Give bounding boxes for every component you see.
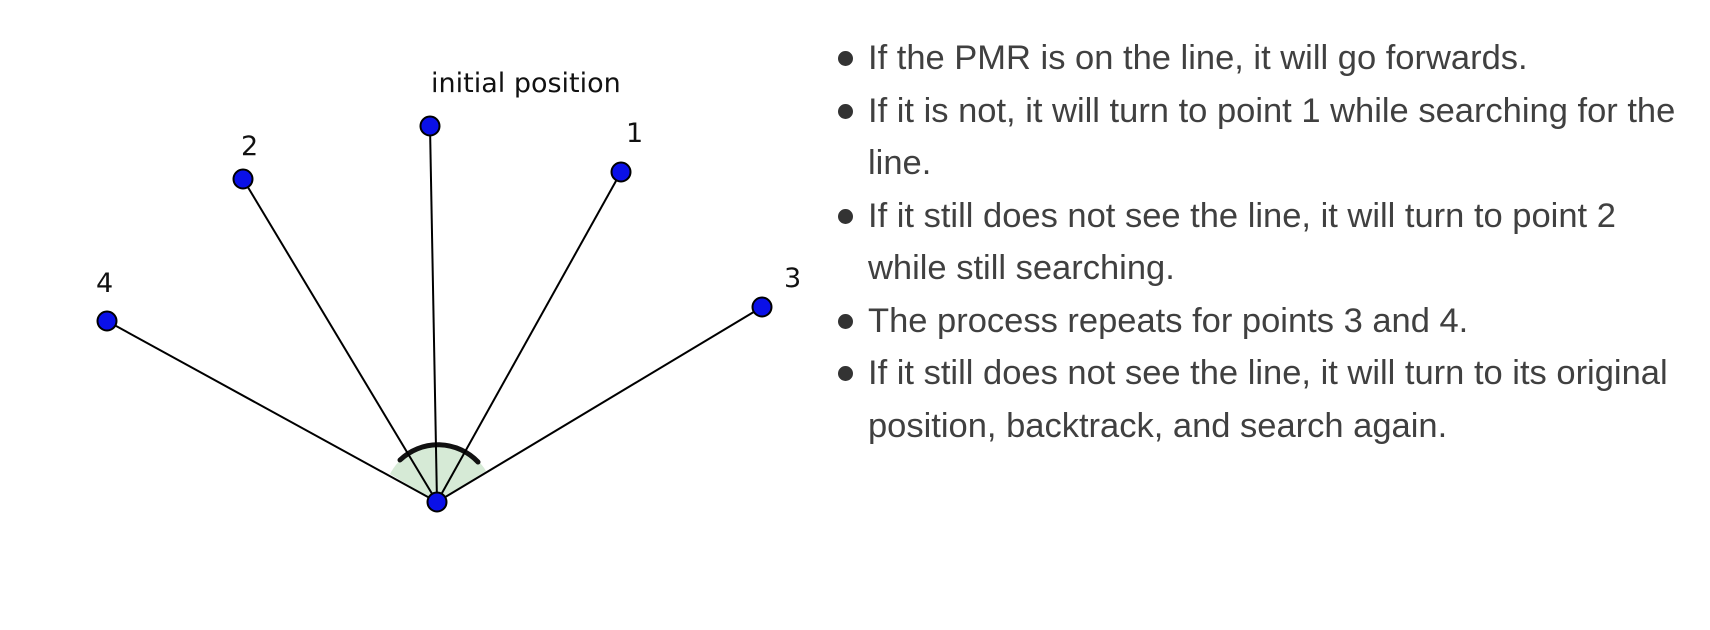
bullet-dot [838,313,853,329]
bullet-dot [838,103,853,119]
point-initial-position [419,115,441,137]
list-item-text: If it is not, it will turn to point 1 wh… [868,91,1676,183]
label-point-1: 1 [626,118,643,149]
list-item: If it is not, it will turn to point 1 wh… [838,85,1678,190]
point-4 [96,310,118,332]
point-3 [751,296,773,318]
ray-point-1 [436,171,622,503]
point-2 [232,168,254,190]
list-item: If it still does not see the line, it wi… [838,190,1678,295]
ray-point-3 [436,306,763,503]
list-item: If the PMR is on the line, it will go fo… [838,32,1678,85]
list-item: If it still does not see the line, it wi… [838,347,1678,452]
bullet-dot [838,366,853,381]
label-point-3: 3 [784,263,801,294]
bullet-dot [838,208,853,224]
ray-point-4 [106,320,438,503]
point-1 [610,161,632,183]
label-point-2: 2 [241,131,258,162]
list-item-text: If it still does not see the line, it wi… [868,196,1616,288]
ray-point-2 [242,178,438,503]
explanation-list: If the PMR is on the line, it will go fo… [838,32,1678,452]
bullet-dot [838,51,853,66]
list-item-text: If it still does not see the line, it wi… [868,354,1668,445]
label-point-4: 4 [96,268,113,299]
list-item-text: If the PMR is on the line, it will go fo… [868,39,1528,77]
pivot-point [426,491,448,513]
search-pattern-diagram: initial position 1 2 3 4 [96,68,801,513]
list-item-text: The process repeats for points 3 and 4. [868,301,1469,340]
list-item: The process repeats for points 3 and 4. [838,295,1678,348]
label-initial-position: initial position [431,68,621,99]
